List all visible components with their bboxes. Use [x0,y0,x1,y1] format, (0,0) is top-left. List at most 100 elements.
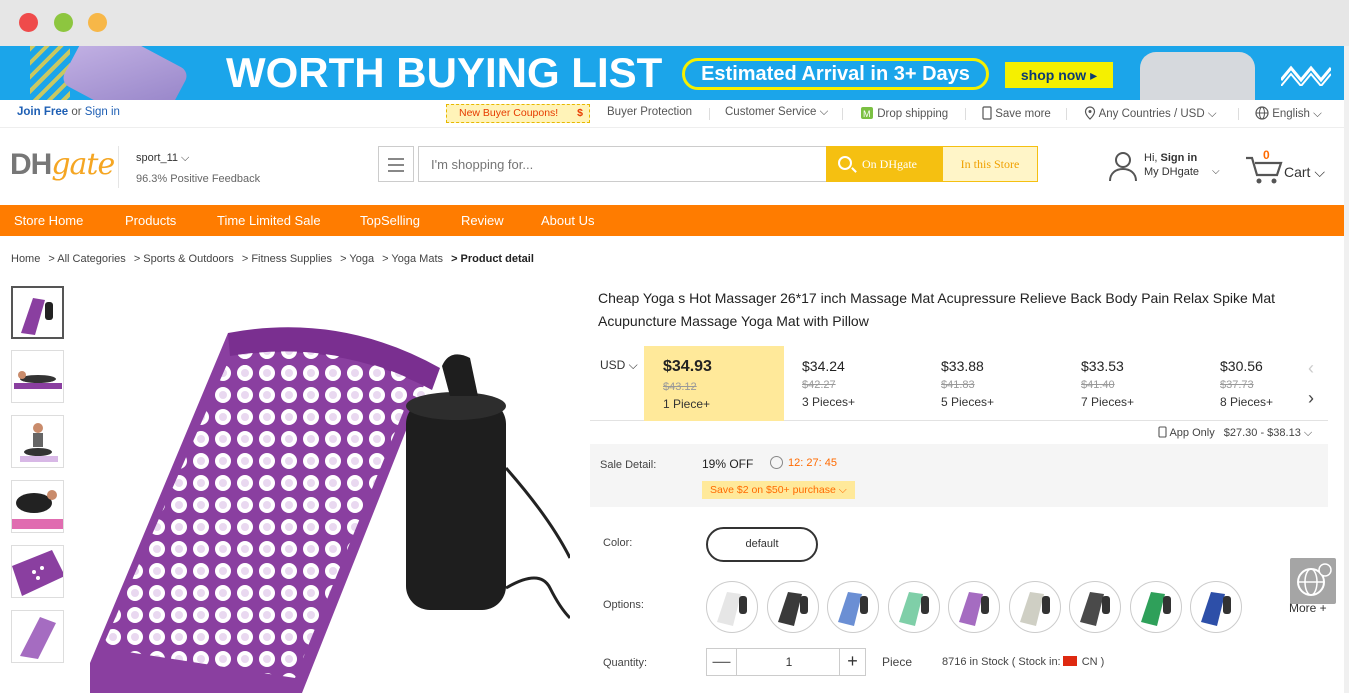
quantity-unit: Piece [882,655,913,669]
save-more-link[interactable]: Save more [982,106,1051,120]
country-currency-selector[interactable]: Any Countries / USD ⌵ [1084,106,1217,121]
dhgate-logo[interactable]: DHgate [10,147,115,182]
floating-translate-button[interactable] [1290,558,1336,604]
tier-original-price: $43.12 [663,381,697,393]
option-swatch[interactable] [887,581,940,633]
option-swatch[interactable] [706,581,758,633]
promo-banner[interactable]: WORTH BUYING LIST Estimated Arrival in 3… [0,46,1349,100]
color-label: Color: [603,537,633,549]
store-nav-bar: Store Home Products Time Limited Sale To… [0,205,1344,236]
option-swatch[interactable] [1069,581,1121,633]
menu-icon-bar [388,158,404,160]
drop-shipping-icon: M [861,107,873,119]
option-thumbnail [1140,592,1171,626]
clock-icon [770,456,783,469]
drop-shipping-link[interactable]: M Drop shipping [860,106,948,120]
minimize-window-button[interactable] [54,13,73,32]
thumbnail-1[interactable] [11,286,64,339]
or-text: or [71,106,82,118]
zigzag-decoration [1281,65,1331,86]
price-tier-1[interactable]: $34.93 $43.12 1 Piece+ [644,346,784,421]
logo-gate: gate [51,147,115,182]
price-tier-4[interactable]: $33.53 $41.40 7 Pieces+ [1062,346,1202,421]
quantity-input[interactable]: 1 [737,649,841,675]
currency-selector[interactable]: USD ⌵ [600,358,638,373]
nav-products[interactable]: Products [125,213,176,228]
app-only-range: $27.30 - $38.13 ⌵ [1223,427,1313,439]
thumbnail-4[interactable] [11,480,64,533]
divider [965,108,966,120]
search-input[interactable] [418,146,826,182]
thumbnail-image [14,371,62,389]
price-tier-5[interactable]: $30.56 $37.73 8 Pieces+ [1201,346,1301,421]
location-pin-icon [1084,106,1096,120]
breadcrumb-yoga[interactable]: > Yoga [340,253,374,265]
customer-service-menu[interactable]: Customer Service ⌵ [725,106,828,119]
language-selector[interactable]: English ⌵ [1255,106,1322,121]
price-tiers: USD ⌵ $34.93 $43.12 1 Piece+ $34.24 $42.… [590,346,1328,421]
breadcrumb-all-categories[interactable]: > All Categories [48,253,125,265]
app-only-label: App Only [1169,427,1215,439]
nav-time-limited-sale[interactable]: Time Limited Sale [217,213,321,228]
header-sign-in-link[interactable]: Sign in [1161,152,1198,164]
price-tier-2[interactable]: $34.24 $42.27 3 Pieces+ [783,346,923,421]
shop-now-button[interactable]: shop now ▸ [1005,62,1113,88]
sale-detail-panel: Sale Detail: 19% OFF 12: 27: 45 Save $2 … [590,444,1328,507]
menu-icon-bar [388,164,404,166]
option-swatch[interactable] [1190,581,1242,633]
color-option-default[interactable]: default [706,527,818,562]
option-swatch[interactable] [1129,581,1182,633]
option-thumbnail [1019,592,1050,626]
save-promo-dropdown[interactable]: Save $2 on $50+ purchase ⌵ [702,481,855,499]
breadcrumb-yoga-mats[interactable]: > Yoga Mats [382,253,443,265]
nav-store-home[interactable]: Store Home [14,213,83,228]
new-buyer-coupon[interactable]: New Buyer Coupons! $ [446,104,590,123]
option-swatch[interactable] [1008,581,1061,633]
sign-in-link[interactable]: Sign in [85,106,120,118]
account-menu[interactable]: Hi, Sign in My DHgate ⌵ [1108,148,1220,188]
nav-topselling[interactable]: TopSelling [360,213,420,228]
chevron-down-icon: ⌵ [1212,166,1220,177]
breadcrumb-home[interactable]: Home [11,253,40,265]
option-swatch[interactable] [948,581,1000,633]
tier-price: $30.56 [1220,358,1263,374]
store-name-dropdown[interactable]: sport_11 ⌵ [136,152,260,165]
search-on-dhgate-label: On DHgate [862,157,917,171]
mobile-phone-icon [1158,426,1167,438]
app-only-price[interactable]: App Only $27.30 - $38.13 ⌵ [1158,426,1312,440]
nav-review[interactable]: Review [461,213,504,228]
search-in-store-button[interactable]: In this Store [942,146,1038,182]
tier-original-price: $37.73 [1220,379,1254,391]
sale-detail-label: Sale Detail: [600,459,657,471]
tier-price: $33.53 [1081,358,1124,374]
main-product-image[interactable] [80,318,570,693]
chevron-left-icon[interactable]: ‹ [1308,358,1314,379]
thumbnail-6[interactable] [11,610,64,663]
nav-about-us[interactable]: About Us [541,213,594,228]
buyer-protection-link[interactable]: Buyer Protection [607,106,692,118]
breadcrumb: Home > All Categories > Sports & Outdoor… [11,253,539,265]
quantity-decrease-button[interactable]: — [707,649,737,675]
thumbnail-2[interactable] [11,350,64,403]
page-scrollbar[interactable] [1344,46,1349,693]
quantity-increase-button[interactable]: + [839,649,865,675]
join-free-link[interactable]: Join Free [17,106,68,118]
language-label: English ⌵ [1272,108,1322,120]
thumbnail-image [20,423,58,462]
maximize-window-button[interactable] [88,13,107,32]
store-info: sport_11 ⌵ 96.3% Positive Feedback [136,152,260,185]
price-tier-3[interactable]: $33.88 $41.83 5 Pieces+ [922,346,1062,421]
option-swatch[interactable] [766,581,819,633]
breadcrumb-sports-outdoors[interactable]: > Sports & Outdoors [134,253,234,265]
thumbnail-5[interactable] [11,545,64,598]
chevron-right-icon[interactable]: › [1308,388,1314,409]
cart-button[interactable]: 0 Cart ⌵ [1244,148,1344,188]
thumbnail-3[interactable] [11,415,64,468]
store-feedback: 96.3% Positive Feedback [136,173,260,185]
close-window-button[interactable] [19,13,38,32]
breadcrumb-fitness-supplies[interactable]: > Fitness Supplies [242,253,332,265]
tier-original-price: $41.40 [1081,379,1115,391]
option-swatch[interactable] [827,581,879,633]
search-on-dhgate-button[interactable]: On DHgate [826,146,942,182]
category-menu-button[interactable] [378,146,414,182]
